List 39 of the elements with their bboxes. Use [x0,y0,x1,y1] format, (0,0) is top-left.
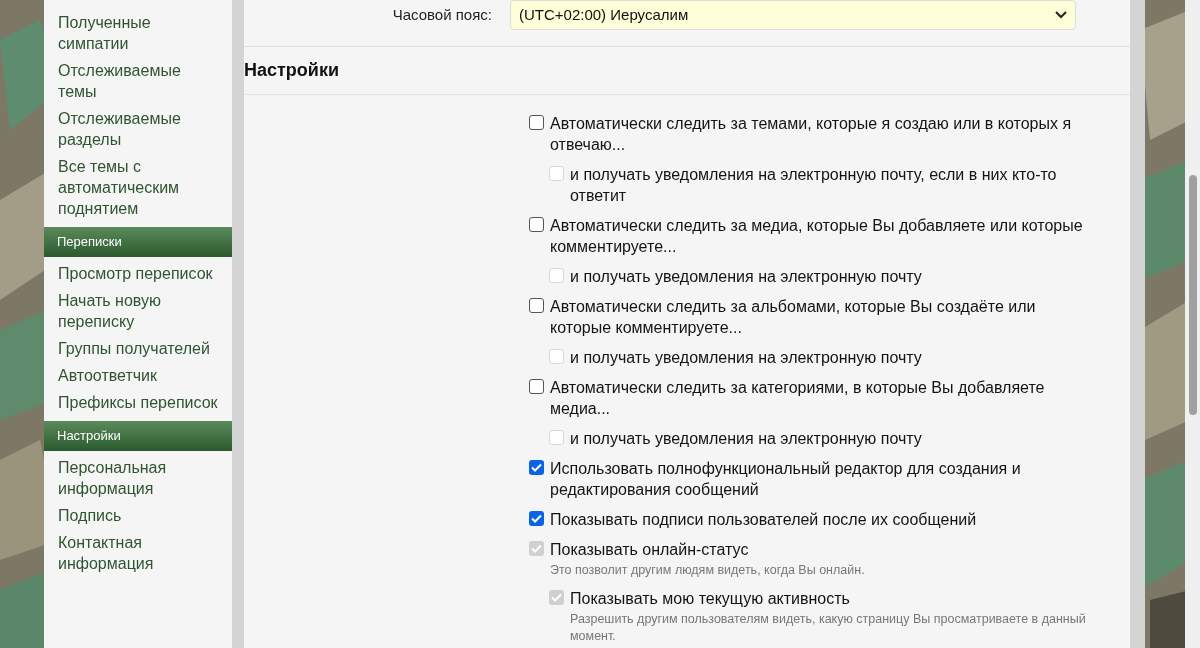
checkbox-label: Использовать полнофункциональный редактор для создания и редактирования сообщений [550,459,1022,500]
checkbox-label: и получать уведомления на электронную почту [570,429,922,449]
section-heading: Настройки [244,47,1130,95]
sidebar-link[interactable]: Просмотр переписок [58,260,213,287]
checkbox[interactable] [529,460,544,475]
sidebar-link[interactable]: Автоответчик [58,362,158,389]
checkbox-label: Показывать подписи пользователей после их сообщений [550,510,977,530]
checkbox-label: Показывать онлайн-статус [550,540,750,560]
sidebar-link[interactable]: Отслеживаемые разделы [58,105,218,153]
field-label: Часовой пояс: [391,4,493,25]
hint-text: Разрешить другим пользователям видеть, какую страницу Вы просматриваете в данный момент. [570,611,1087,645]
sidebar-link[interactable]: Подпись [58,502,122,529]
hint-text: Это позволит другим людям видеть, когда Вы онлайн. [550,562,865,579]
sidebar-link[interactable]: Персональная информация [58,454,218,502]
checkbox-label: и получать уведомления на электронную почту, если в них кто-то ответит [570,165,1058,206]
scrollbar-thumb[interactable] [1189,175,1197,415]
checkbox-label: Автоматически следить за альбомами, которые Вы создаёте или которые комментируете... [550,297,1037,338]
checkbox-label: и получать уведомления на электронную почту [570,348,922,368]
sidebar-link[interactable]: Префиксы переписок [58,389,218,416]
checkbox[interactable] [529,217,544,232]
checkbox-label: Автоматически следить за темами, которые я создаю или в которых я отвечаю... [550,114,1073,155]
checkbox[interactable] [529,115,544,130]
checkbox-label: Автоматически следить за категориями, в которые Вы добавляете медиа... [550,378,1046,419]
timezone-select[interactable]: (UTC+02:00) Иерусалим [510,0,1076,30]
sidebar-link[interactable]: Группы получателей [58,335,210,362]
sidebar-link[interactable]: Начать новую переписку [58,287,218,335]
checkbox-label: и получать уведомления на электронную почту [570,267,922,287]
chevron-down-icon [1055,11,1067,19]
sidebar-section-header: Переписки [44,227,232,257]
sidebar-link[interactable]: Контактная информация [58,529,218,577]
sidebar-link[interactable]: Полученные симпатии [58,9,218,57]
sidebar-section-header: Настройки [44,421,232,451]
checkbox[interactable] [529,511,544,526]
checkbox[interactable] [529,379,544,394]
sidebar-link[interactable]: Отслеживаемые темы [58,57,218,105]
checkbox[interactable] [529,298,544,313]
sidebar-link[interactable]: Все темы с автоматическим поднятием [58,153,218,222]
checkbox-label: Автоматически следить за медиа, которые Вы добавляете или которые комментируете... [550,216,1084,257]
checkbox-label: Показывать мою текущую активность [570,589,851,609]
